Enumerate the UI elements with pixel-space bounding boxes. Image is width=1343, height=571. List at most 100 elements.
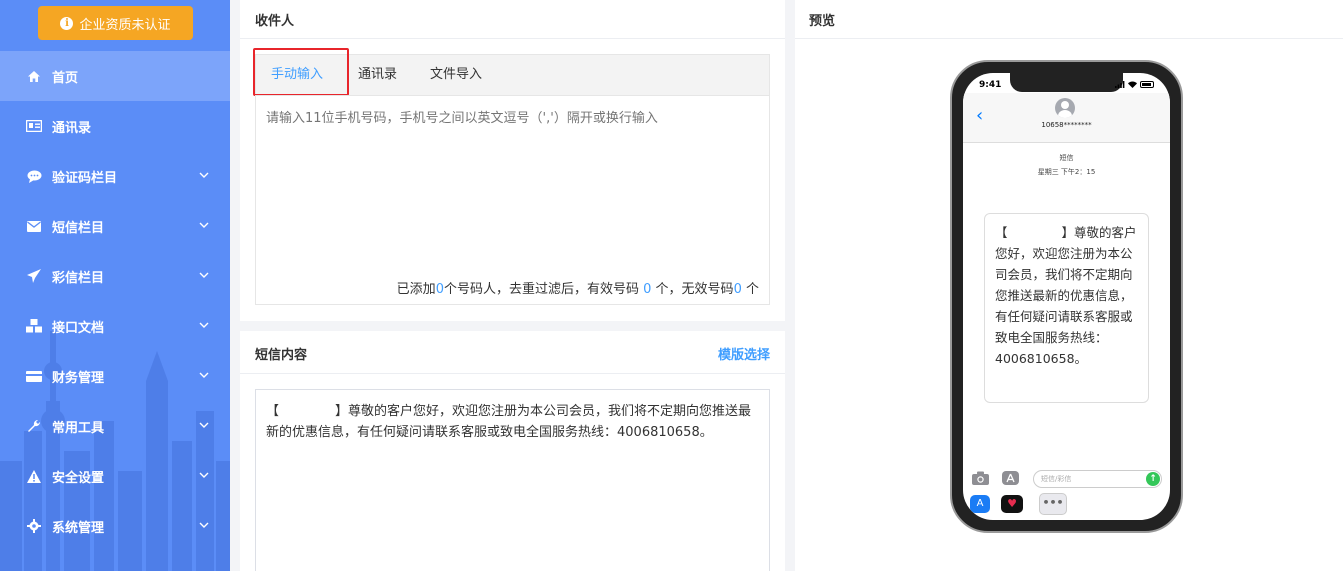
- more-apps-icon: •••: [1039, 493, 1067, 515]
- message-input-row: 短信/彩信 ↑: [963, 468, 1170, 490]
- message-header: ‹ 10658********: [963, 93, 1170, 143]
- redacted-signature: [279, 404, 336, 419]
- chevron-down-icon: [199, 222, 209, 228]
- stats-text: 个号码人，去重过滤后，有效号码: [443, 282, 639, 297]
- message-input: 短信/彩信: [1033, 470, 1162, 488]
- sms-content-panel: 短信内容 模版选择 【】尊敬的客户您好，欢迎您注册为本公司会员，我们将不定期向您…: [240, 331, 785, 571]
- tab-contacts[interactable]: 通讯录: [358, 55, 397, 97]
- sidebar-menu: 首页 通讯录 验证码栏目 短信栏目 彩信栏目 接口文档 财务管理 常用工具 安全…: [0, 51, 230, 551]
- tab-label: 通讯录: [358, 67, 398, 82]
- sidebar-item-label: 接口文档: [52, 320, 105, 336]
- digital-touch-heart-icon: ♥: [1001, 495, 1023, 513]
- app-store-icon: [1002, 471, 1019, 485]
- sidebar-item-system[interactable]: 系统管理: [0, 501, 230, 551]
- divider: [240, 373, 785, 374]
- sender-number: 10658********: [1041, 121, 1092, 129]
- sidebar: i 企业资质未认证 首页 通讯录 验证码栏目 短信栏目 彩信栏目 接口文档 财务…: [0, 0, 230, 571]
- message-time: 星期三 下午2：15: [1037, 168, 1096, 176]
- sidebar-item-mms[interactable]: 彩信栏目: [0, 251, 230, 301]
- chat-bubble-icon: [26, 168, 42, 184]
- chevron-down-icon: [199, 322, 209, 328]
- tab-file-import[interactable]: 文件导入: [430, 55, 482, 97]
- sidebar-item-api-docs[interactable]: 接口文档: [0, 301, 230, 351]
- home-icon: [26, 68, 42, 84]
- sidebar-item-label: 财务管理: [52, 370, 105, 386]
- stats-text: 个: [745, 282, 759, 297]
- cubes-icon: [26, 318, 42, 334]
- bracket-close: 】: [1061, 225, 1075, 240]
- preview-panel: 预览 9:41 ‹ 10658******** 短信 星期三 下午2：15 【 】…: [795, 0, 1343, 571]
- sidebar-item-label: 安全设置: [52, 470, 105, 486]
- sidebar-item-label: 通讯录: [52, 120, 92, 136]
- warning-icon: [26, 468, 42, 484]
- recipient-panel: 收件人 手动输入 通讯录 文件导入 已添加0个号码人，去重过滤后，有效号码 0 …: [240, 0, 785, 321]
- bracket-close: 】: [335, 404, 349, 419]
- app-drawer-row: A ♥ •••: [963, 493, 1170, 515]
- status-icons: [1115, 81, 1154, 88]
- sms-content-title: 短信内容: [255, 348, 308, 363]
- chevron-down-icon: [199, 372, 209, 378]
- message-type: 短信: [1059, 154, 1074, 162]
- phone-numbers-input[interactable]: [255, 95, 770, 305]
- tab-label: 文件导入: [430, 67, 483, 82]
- sidebar-item-label: 常用工具: [52, 420, 105, 436]
- sidebar-item-sms[interactable]: 短信栏目: [0, 201, 230, 251]
- sidebar-item-label: 彩信栏目: [52, 270, 105, 286]
- sidebar-item-contacts[interactable]: 通讯录: [0, 101, 230, 151]
- gear-icon: [26, 518, 42, 534]
- battery-icon: [1140, 81, 1154, 88]
- avatar: [1055, 98, 1075, 118]
- stats-text: 个，无效号码: [655, 282, 734, 297]
- template-select-link[interactable]: 模版选择: [718, 344, 770, 363]
- valid-count: 0: [643, 282, 652, 297]
- phone-screen: 9:41 ‹ 10658******** 短信 星期三 下午2：15 【 】尊敬的…: [963, 73, 1170, 520]
- wrench-icon: [26, 418, 42, 434]
- signal-icon: [1115, 81, 1125, 88]
- recipient-tabs: 手动输入 通讯录 文件导入: [253, 48, 770, 97]
- chevron-down-icon: [199, 422, 209, 428]
- sidebar-item-label: 验证码栏目: [52, 170, 118, 186]
- send-arrow-icon: ↑: [1146, 472, 1160, 486]
- chevron-down-icon: [199, 272, 209, 278]
- certification-label: 企业资质未认证: [79, 17, 171, 33]
- sidebar-item-tools[interactable]: 常用工具: [0, 401, 230, 451]
- redacted-signature: [1007, 227, 1062, 240]
- info-icon: i: [60, 16, 74, 30]
- tab-label: 手动输入: [271, 67, 324, 82]
- chevron-down-icon: [199, 172, 209, 178]
- bracket-open: 【: [995, 225, 1008, 240]
- chevron-down-icon: [199, 472, 209, 478]
- app-store-drawer-icon: A: [970, 495, 990, 513]
- sidebar-item-verification-code[interactable]: 验证码栏目: [0, 151, 230, 201]
- message-bubble: 【 】尊敬的客户您好，欢迎您注册为本公司会员，我们将不定期向您推送最新的优惠信息，…: [984, 213, 1149, 403]
- chevron-down-icon: [199, 522, 209, 528]
- sidebar-item-finance[interactable]: 财务管理: [0, 351, 230, 401]
- bracket-open: 【: [266, 404, 280, 419]
- sms-content-editor[interactable]: 【】尊敬的客户您好，欢迎您注册为本公司会员，我们将不定期向您推送最新的优惠信息，…: [255, 389, 770, 571]
- sidebar-item-security[interactable]: 安全设置: [0, 451, 230, 501]
- sidebar-item-home[interactable]: 首页: [0, 51, 230, 101]
- credit-card-icon: [26, 368, 42, 384]
- certification-button[interactable]: i 企业资质未认证: [38, 6, 193, 40]
- wifi-icon: [1128, 81, 1137, 88]
- sidebar-item-label: 首页: [52, 70, 79, 86]
- preview-title: 预览: [809, 14, 836, 29]
- divider: [240, 38, 785, 39]
- status-time: 9:41: [979, 80, 1002, 90]
- bubble-text: 尊敬的客户您好，欢迎您注册为本公司会员，我们将不定期向您推送最新的优惠信息，有任…: [995, 225, 1137, 366]
- invalid-count: 0: [733, 282, 742, 297]
- added-count: 0: [435, 282, 444, 297]
- phone-mockup: 9:41 ‹ 10658******** 短信 星期三 下午2：15 【 】尊敬的…: [950, 60, 1183, 533]
- recipient-stats: 已添加0个号码人，去重过滤后，有效号码 0 个，无效号码0 个: [397, 278, 759, 297]
- contacts-icon: [26, 118, 42, 134]
- paper-plane-icon: [26, 268, 42, 284]
- sidebar-item-label: 短信栏目: [52, 220, 105, 236]
- camera-icon: [972, 471, 989, 485]
- stats-text: 已添加: [396, 282, 436, 297]
- divider: [795, 38, 1343, 39]
- recipient-title: 收件人: [255, 14, 295, 29]
- tab-manual-input[interactable]: 手动输入: [271, 55, 323, 97]
- sidebar-item-label: 系统管理: [52, 520, 105, 536]
- envelope-icon: [26, 218, 42, 234]
- phone-notch: [1010, 73, 1123, 92]
